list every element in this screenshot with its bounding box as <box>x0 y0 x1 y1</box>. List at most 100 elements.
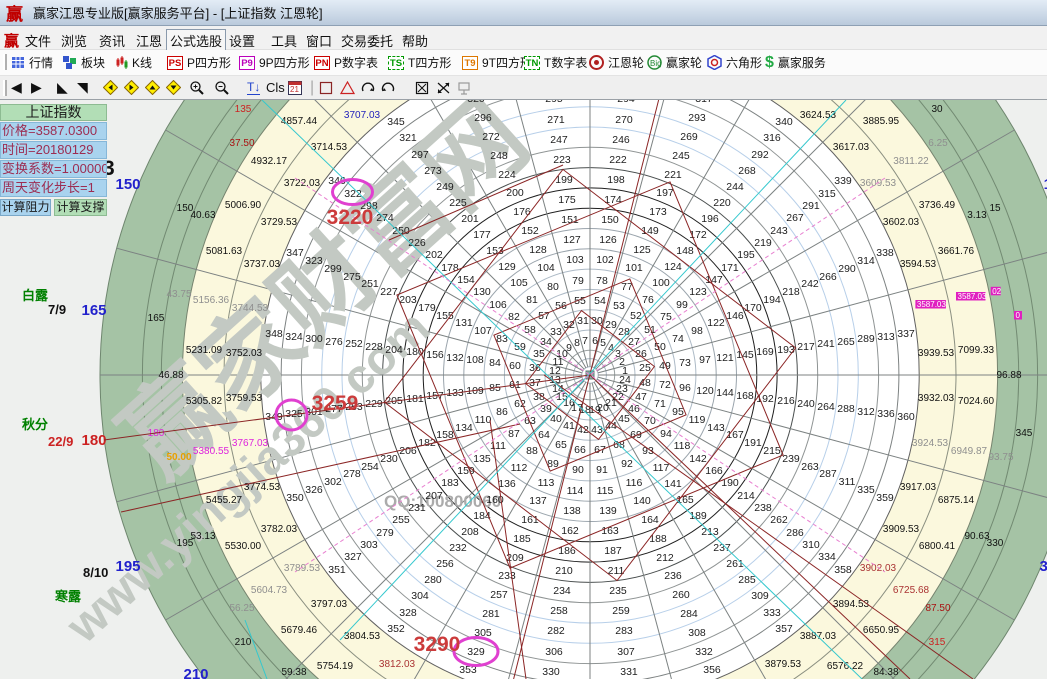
svg-text:139: 139 <box>599 505 617 517</box>
svg-text:282: 282 <box>547 625 565 637</box>
svg-text:5305.82: 5305.82 <box>186 396 223 407</box>
svg-text:263: 263 <box>801 461 819 473</box>
svg-text:191: 191 <box>744 437 762 449</box>
svg-text:3797.03: 3797.03 <box>311 599 348 610</box>
svg-text:233: 233 <box>498 570 516 582</box>
svg-text:251: 251 <box>361 278 379 290</box>
svg-text:0: 0 <box>1016 311 1021 320</box>
svg-text:88: 88 <box>526 445 538 457</box>
svg-text:288: 288 <box>837 403 855 415</box>
svg-text:3894.53: 3894.53 <box>833 599 870 610</box>
svg-text:161: 161 <box>521 514 539 526</box>
svg-text:272: 272 <box>482 131 500 143</box>
svg-text:218: 218 <box>782 286 800 298</box>
svg-text:187: 187 <box>604 545 622 557</box>
svg-text:252: 252 <box>345 338 363 350</box>
svg-text:113: 113 <box>538 477 555 489</box>
svg-text:108: 108 <box>466 354 484 366</box>
svg-text:5530.00: 5530.00 <box>225 541 262 552</box>
svg-text:91: 91 <box>596 464 608 476</box>
svg-text:345: 345 <box>387 116 405 128</box>
svg-text:339: 339 <box>834 175 852 187</box>
svg-text:242: 242 <box>801 278 819 290</box>
svg-text:82: 82 <box>508 311 520 323</box>
svg-text:334: 334 <box>818 551 836 563</box>
svg-text:21: 21 <box>290 85 299 94</box>
svg-text:29: 29 <box>605 319 617 331</box>
svg-text:170: 170 <box>744 302 762 314</box>
svg-text:22/9: 22/9 <box>48 434 73 449</box>
svg-text:279: 279 <box>376 527 394 539</box>
svg-text:165: 165 <box>148 313 165 324</box>
svg-text:3259: 3259 <box>312 392 359 415</box>
svg-text:6875.14: 6875.14 <box>938 495 975 506</box>
svg-text:222: 222 <box>609 154 627 166</box>
svg-text:175: 175 <box>558 194 576 206</box>
svg-text:171: 171 <box>721 262 739 274</box>
svg-text:3736.49: 3736.49 <box>919 200 956 211</box>
svg-text:285: 285 <box>738 574 756 586</box>
svg-text:352: 352 <box>387 623 405 635</box>
svg-text:268: 268 <box>738 165 756 177</box>
svg-text:148: 148 <box>676 245 694 257</box>
svg-text:53: 53 <box>613 300 625 312</box>
svg-text:74: 74 <box>672 333 684 345</box>
svg-text:159: 159 <box>457 465 475 477</box>
svg-text:3917.03: 3917.03 <box>900 482 937 493</box>
svg-text:43.75: 43.75 <box>166 289 191 300</box>
svg-text:93.75: 93.75 <box>988 452 1013 463</box>
svg-text:66: 66 <box>574 444 586 456</box>
svg-text:35: 35 <box>533 348 545 360</box>
svg-text:3290: 3290 <box>414 633 461 656</box>
svg-text:206: 206 <box>399 445 417 457</box>
svg-text:7099.33: 7099.33 <box>958 345 995 356</box>
svg-text:273: 273 <box>424 165 442 177</box>
svg-text:78: 78 <box>596 275 608 287</box>
svg-text:174: 174 <box>604 194 622 206</box>
svg-text:259: 259 <box>612 605 630 617</box>
svg-text:262: 262 <box>770 514 788 526</box>
svg-text:223: 223 <box>553 154 571 166</box>
svg-text:134: 134 <box>455 422 473 434</box>
svg-text:92: 92 <box>621 458 633 470</box>
svg-text:269: 269 <box>680 131 698 143</box>
svg-text:150: 150 <box>601 214 619 226</box>
svg-text:Big: Big <box>650 59 662 68</box>
svg-text:357: 357 <box>775 623 793 635</box>
svg-text:5455.27: 5455.27 <box>206 495 243 506</box>
svg-text:308: 308 <box>688 627 706 639</box>
svg-text:214: 214 <box>737 490 755 502</box>
svg-text:3811.22: 3811.22 <box>893 156 929 167</box>
svg-text:302: 302 <box>324 476 342 488</box>
svg-text:197: 197 <box>656 187 674 199</box>
svg-text:15: 15 <box>989 203 1001 214</box>
svg-text:271: 271 <box>547 114 565 126</box>
svg-text:4932.17: 4932.17 <box>251 156 288 167</box>
svg-text:290: 290 <box>838 263 856 275</box>
svg-text:51: 51 <box>644 324 656 336</box>
svg-text:5679.46: 5679.46 <box>281 625 318 636</box>
svg-text:26: 26 <box>635 348 647 360</box>
svg-text:43: 43 <box>591 424 603 436</box>
svg-text:330: 330 <box>1039 558 1047 575</box>
svg-text:86: 86 <box>496 406 508 418</box>
svg-text:264: 264 <box>817 401 835 413</box>
svg-text:315: 315 <box>818 188 836 200</box>
svg-text:283: 283 <box>615 625 633 637</box>
svg-text:127: 127 <box>563 234 581 246</box>
svg-text:151: 151 <box>561 214 579 226</box>
svg-text:359: 359 <box>876 492 894 504</box>
svg-text:02: 02 <box>992 287 1001 296</box>
svg-text:3661.76: 3661.76 <box>938 246 975 257</box>
svg-text:195: 195 <box>737 249 755 261</box>
svg-text:247: 247 <box>550 134 568 146</box>
svg-text:7/9: 7/9 <box>48 302 66 317</box>
svg-text:231: 231 <box>408 502 426 514</box>
svg-text:348: 348 <box>265 328 283 340</box>
svg-text:330: 330 <box>542 666 560 678</box>
svg-text:220: 220 <box>713 197 731 209</box>
svg-text:284: 284 <box>680 608 698 620</box>
svg-text:140: 140 <box>633 495 651 507</box>
svg-text:235: 235 <box>609 585 627 597</box>
svg-text:101: 101 <box>625 262 643 274</box>
